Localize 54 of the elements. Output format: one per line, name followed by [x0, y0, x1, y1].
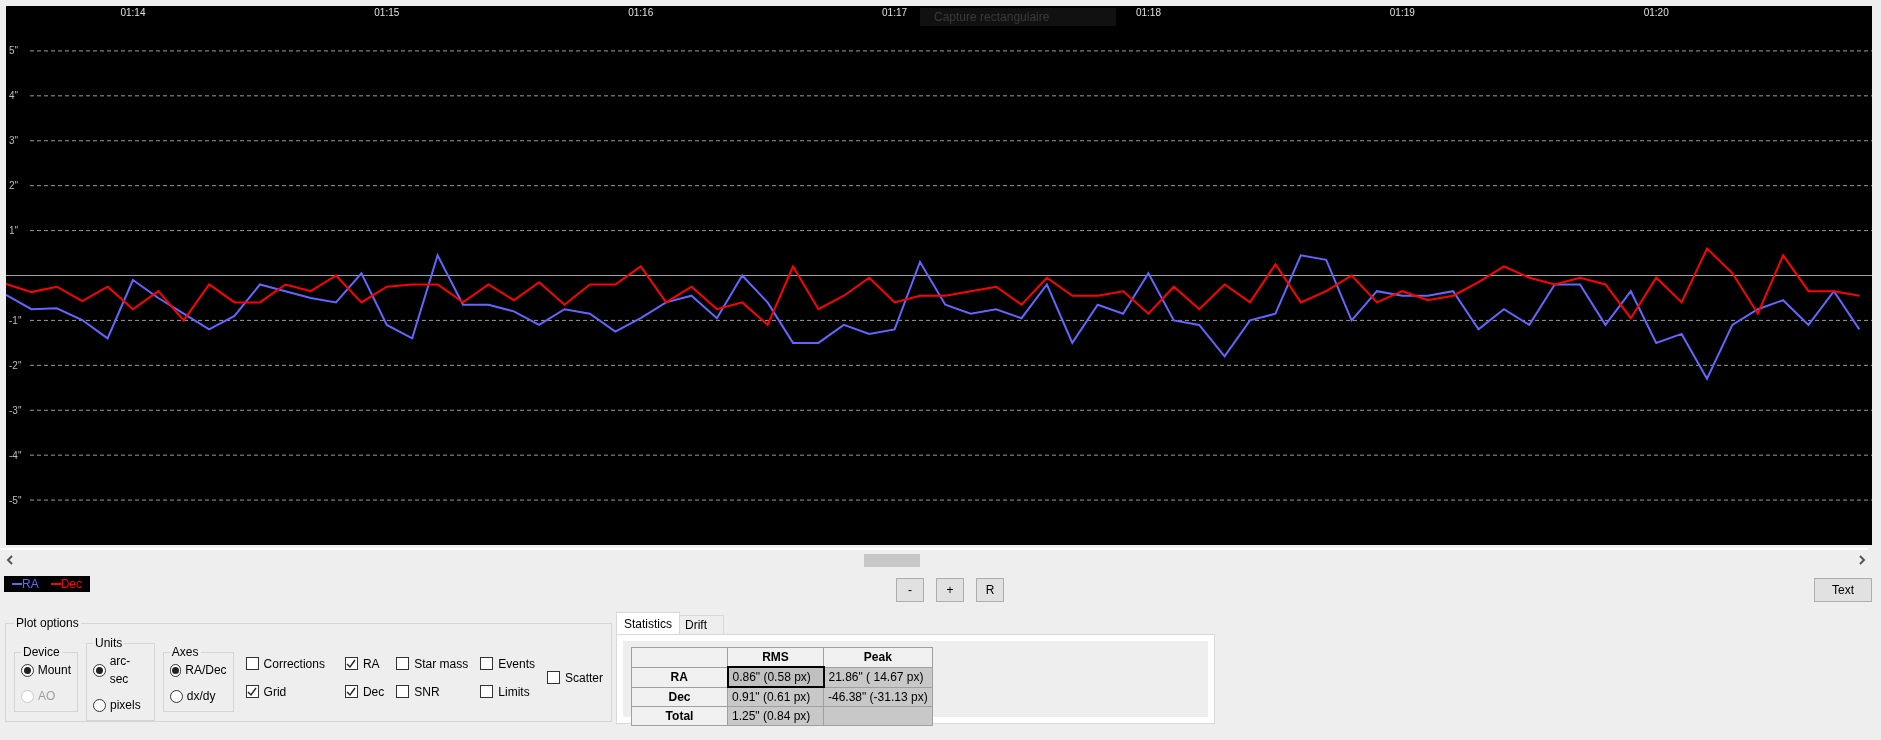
x-axis-label: 01:19: [1389, 7, 1415, 18]
row-header: Dec: [631, 687, 728, 707]
scroll-right-icon[interactable]: [1858, 555, 1866, 565]
column-header: Peak: [823, 647, 933, 667]
x-axis-label: 01:14: [120, 7, 146, 18]
checkbox[interactable]: Grid: [245, 682, 325, 701]
group-title: Plot options: [15, 615, 80, 632]
y-axis-label: -2": [9, 359, 22, 371]
scroll-left-icon[interactable]: [6, 555, 14, 565]
checkbox[interactable]: Star mass: [396, 654, 469, 673]
y-axis-label: -3": [9, 404, 22, 416]
radio-button[interactable]: arc-sec: [93, 652, 148, 688]
checkbox[interactable]: Scatter: [547, 668, 603, 687]
x-axis-label: 01:18: [1135, 7, 1161, 18]
y-axis-label: 2": [9, 180, 19, 192]
x-axis-label: 01:17: [882, 7, 908, 18]
y-axis-label: 4": [9, 90, 19, 102]
text-button[interactable]: Text: [1814, 578, 1872, 602]
y-axis-label: 3": [9, 135, 19, 147]
y-axis-label: -1": [9, 314, 22, 326]
group-title: Axes: [170, 644, 200, 661]
group-title: Units: [94, 635, 124, 652]
x-axis-label: 01:15: [374, 7, 400, 18]
scrollbar-thumb[interactable]: [864, 554, 920, 567]
column-header: RMS: [727, 647, 824, 667]
checkbox[interactable]: Dec: [344, 682, 385, 701]
checkbox[interactable]: Events: [480, 654, 535, 673]
y-axis-label: -4": [9, 449, 22, 461]
group-title: Device: [22, 644, 61, 661]
radio-button[interactable]: pixels: [93, 696, 148, 714]
radio-button[interactable]: Mount: [21, 661, 71, 679]
y-axis-label: 1": [9, 225, 19, 237]
checkbox[interactable]: Limits: [480, 682, 535, 701]
y-axis-label: 5": [9, 45, 19, 57]
check-icon: [346, 686, 357, 697]
checkbox[interactable]: Corrections: [245, 654, 325, 673]
y-axis-label: -5": [9, 494, 22, 506]
tab[interactable]: Drift: [680, 615, 724, 634]
check-icon: [346, 658, 357, 669]
x-axis-label: 01:20: [1643, 7, 1669, 18]
checkbox[interactable]: SNR: [396, 682, 469, 701]
legend-label: RA: [22, 576, 39, 593]
checkbox[interactable]: RA: [344, 654, 385, 673]
legend-label: Dec: [60, 576, 82, 593]
row-header: RA: [631, 667, 728, 687]
x-axis-label: 01:16: [628, 7, 654, 18]
radio-button[interactable]: RA/Dec: [169, 661, 227, 679]
table-cell: 0.86" (0.58 px): [727, 667, 824, 687]
zoom-button[interactable]: -: [896, 578, 924, 602]
zoom-button[interactable]: +: [936, 578, 964, 602]
zoom-button[interactable]: R: [976, 578, 1004, 602]
tab[interactable]: Statistics: [616, 612, 680, 634]
radio-button[interactable]: dx/dy: [169, 687, 227, 705]
check-icon: [247, 686, 258, 697]
